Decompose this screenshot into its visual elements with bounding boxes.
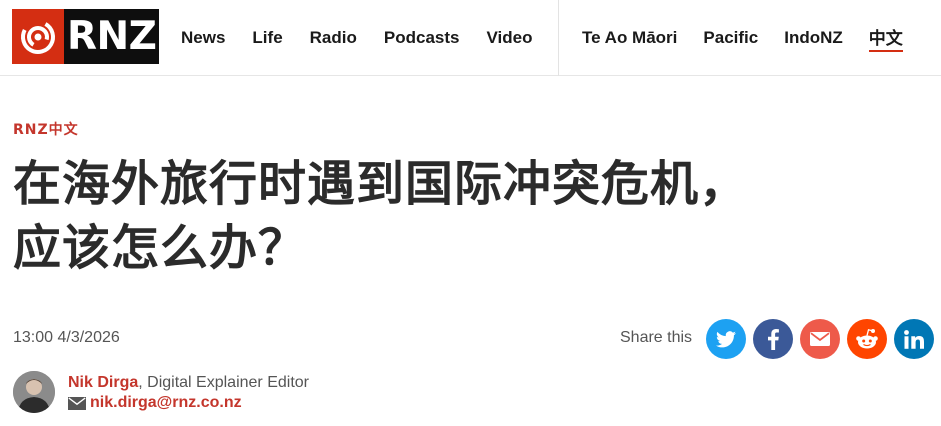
nav-item-pacific[interactable]: Pacific (703, 28, 758, 48)
author-email-row: nik.dirga@rnz.co.nz (68, 394, 242, 412)
author-role: , Digital Explainer Editor (138, 374, 309, 391)
facebook-icon (767, 328, 779, 350)
author-avatar (13, 371, 55, 413)
author-email-link[interactable]: nik.dirga@rnz.co.nz (90, 394, 242, 412)
mail-icon (68, 396, 86, 410)
secondary-nav: Te Ao Māori Pacific IndoNZ 中文 (582, 0, 929, 76)
email-icon (810, 332, 830, 346)
nav-item-life[interactable]: Life (252, 28, 282, 48)
primary-nav: News Life Radio Podcasts Video (181, 0, 559, 76)
author-name-link[interactable]: Nik Dirga (68, 374, 138, 391)
article-title-line-1: 在海外旅行时遇到国际冲突危机， (13, 156, 749, 212)
logo-wordmark: RNZ (67, 14, 157, 59)
share-facebook-button[interactable] (753, 319, 793, 359)
share-label: Share this (620, 329, 693, 346)
rnz-logo-mark-icon (12, 9, 64, 64)
article-title-line-2: 应该怎么办？ (13, 220, 308, 276)
linkedin-icon (904, 329, 924, 349)
share-buttons (706, 319, 941, 359)
reddit-icon (856, 329, 878, 349)
author-line: Nik Dirga, Digital Explainer Editor (68, 374, 309, 392)
share-linkedin-button[interactable] (894, 319, 934, 359)
nav-divider (558, 0, 559, 76)
nav-item-radio[interactable]: Radio (310, 28, 357, 48)
publish-timestamp: 13:00 4/3/2026 (13, 329, 120, 346)
nav-item-podcasts[interactable]: Podcasts (384, 28, 460, 48)
rnz-logo[interactable]: RNZ (12, 9, 159, 64)
twitter-icon (716, 330, 736, 347)
share-email-button[interactable] (800, 319, 840, 359)
nav-item-news[interactable]: News (181, 28, 225, 48)
share-twitter-button[interactable] (706, 319, 746, 359)
nav-item-chinese[interactable]: 中文 (868, 24, 903, 52)
site-header: RNZ News Life Radio Podcasts Video Te Ao… (0, 0, 941, 76)
share-reddit-button[interactable] (847, 319, 887, 359)
article-title: 在海外旅行时遇到国际冲突危机， 应该怎么办？ (13, 152, 933, 280)
nav-item-video[interactable]: Video (486, 28, 532, 48)
nav-item-indonz[interactable]: IndoNZ (784, 28, 843, 48)
section-kicker[interactable]: RNZ中文 (13, 119, 79, 139)
nav-item-te-ao-maori[interactable]: Te Ao Māori (582, 28, 677, 48)
